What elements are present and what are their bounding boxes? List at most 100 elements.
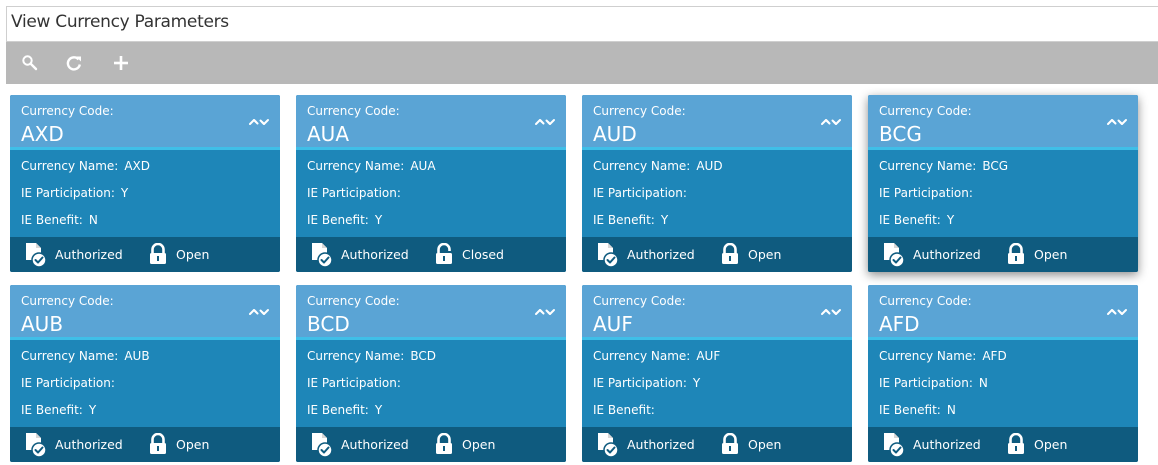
ie-benefit-value: N	[88, 213, 98, 227]
refresh-icon	[66, 56, 81, 71]
authorized-document-icon	[598, 243, 619, 268]
auth-status-text: Authorized	[55, 247, 123, 262]
ie-benefit-value: Y	[88, 403, 97, 417]
currency-name-label: Currency Name:	[879, 159, 977, 173]
currency-name-label: Currency Name:	[21, 349, 119, 363]
currency-name-label: Currency Name:	[593, 349, 691, 363]
ie-benefit-label: IE Benefit:	[879, 213, 941, 227]
ie-benefit-label: IE Benefit:	[21, 403, 83, 417]
currency-card[interactable]: Currency Code: AXD Currency Name: AXD IE …	[10, 95, 280, 272]
link-icon[interactable]	[820, 305, 842, 319]
auth-status-text: Authorized	[627, 437, 695, 452]
link-icon[interactable]	[248, 115, 270, 129]
ie-participation-row: IE Participation:	[307, 376, 407, 390]
currency-code-value: AXD	[21, 122, 64, 146]
currency-code-value: BCG	[879, 122, 922, 146]
ie-participation-row: IE Participation:	[593, 186, 693, 200]
currency-card[interactable]: Currency Code: BCD Currency Name: BCD IE …	[296, 285, 566, 462]
card-header: Currency Code: AUA	[296, 95, 566, 150]
authorized-document-icon	[26, 243, 47, 268]
search-icon	[22, 55, 38, 71]
link-icon[interactable]	[820, 115, 842, 129]
currency-card[interactable]: Currency Code: BCG Currency Name: BCG IE …	[868, 95, 1138, 272]
add-button[interactable]	[109, 51, 133, 75]
currency-card[interactable]: Currency Code: AUB Currency Name: AUB IE …	[10, 285, 280, 462]
ie-benefit-label: IE Benefit:	[879, 403, 941, 417]
currency-code-value: AUA	[307, 122, 350, 146]
ie-participation-label: IE Participation:	[21, 376, 115, 390]
ie-participation-label: IE Participation:	[307, 186, 401, 200]
currency-name-label: Currency Name:	[879, 349, 977, 363]
record-status-text: Open	[1034, 247, 1068, 262]
link-icon[interactable]	[248, 305, 270, 319]
currency-card[interactable]: Currency Code: AUA Currency Name: AUA IE …	[296, 95, 566, 272]
auth-status-text: Authorized	[341, 437, 409, 452]
ie-benefit-row: IE Benefit: Y	[593, 213, 668, 227]
lock-open-icon	[150, 243, 166, 264]
card-footer: Authorized Open	[10, 237, 280, 272]
card-footer: Authorized Open	[10, 427, 280, 462]
ie-participation-row: IE Participation:	[307, 186, 407, 200]
card-footer: Authorized Open	[296, 427, 566, 462]
currency-card[interactable]: Currency Code: AFD Currency Name: AFD IE …	[868, 285, 1138, 462]
authorized-document-icon	[312, 243, 333, 268]
ie-participation-label: IE Participation:	[21, 186, 115, 200]
currency-name-row: Currency Name: AXD	[21, 159, 150, 173]
auth-status-text: Authorized	[627, 247, 695, 262]
currency-card-grid: Currency Code: AXD Currency Name: AXD IE …	[10, 95, 1140, 462]
currency-card[interactable]: Currency Code: AUD Currency Name: AUD IE …	[582, 95, 852, 272]
ie-participation-label: IE Participation:	[879, 186, 973, 200]
ie-benefit-row: IE Benefit: N	[21, 213, 98, 227]
record-status-text: Open	[176, 437, 210, 452]
ie-participation-label: IE Participation:	[593, 186, 687, 200]
ie-benefit-row: IE Benefit:	[593, 403, 661, 417]
ie-participation-row: IE Participation: Y	[21, 186, 128, 200]
link-icon[interactable]	[1106, 305, 1128, 319]
card-header: Currency Code: BCG	[868, 95, 1138, 150]
currency-code-label: Currency Code:	[593, 294, 686, 308]
auth-status-text: Authorized	[55, 437, 123, 452]
ie-participation-row: IE Participation:	[879, 186, 979, 200]
currency-code-label: Currency Code:	[21, 104, 114, 118]
ie-benefit-label: IE Benefit:	[593, 403, 655, 417]
record-status-text: Open	[462, 437, 496, 452]
currency-name-row: Currency Name: AFD	[879, 349, 1007, 363]
window-title-bar: View Currency Parameters	[6, 6, 1158, 42]
ie-benefit-label: IE Benefit:	[307, 403, 369, 417]
currency-code-label: Currency Code:	[21, 294, 114, 308]
currency-name-label: Currency Name:	[307, 159, 405, 173]
currency-code-label: Currency Code:	[593, 104, 686, 118]
card-footer: Authorized Open	[868, 427, 1138, 462]
card-footer: Authorized Open	[582, 427, 852, 462]
search-button[interactable]	[18, 51, 42, 75]
ie-benefit-value: Y	[374, 213, 383, 227]
currency-name-row: Currency Name: BCD	[307, 349, 436, 363]
ie-benefit-label: IE Benefit:	[21, 213, 83, 227]
link-icon[interactable]	[534, 305, 556, 319]
record-status-text: Open	[1034, 437, 1068, 452]
currency-name-value: AUD	[696, 159, 723, 173]
card-header: Currency Code: AUF	[582, 285, 852, 340]
link-icon[interactable]	[1106, 115, 1128, 129]
currency-code-label: Currency Code:	[307, 294, 400, 308]
add-icon	[114, 56, 128, 70]
ie-benefit-row: IE Benefit: N	[879, 403, 956, 417]
currency-name-label: Currency Name:	[307, 349, 405, 363]
lock-open-icon	[722, 433, 738, 454]
currency-name-row: Currency Name: BCG	[879, 159, 1008, 173]
currency-name-value: AUB	[124, 349, 150, 363]
authorized-document-icon	[26, 433, 47, 458]
card-header: Currency Code: AXD	[10, 95, 280, 150]
currency-code-value: BCD	[307, 312, 350, 336]
currency-name-row: Currency Name: AUF	[593, 349, 720, 363]
ie-participation-value: Y	[120, 186, 129, 200]
ie-participation-label: IE Participation:	[593, 376, 687, 390]
currency-card[interactable]: Currency Code: AUF Currency Name: AUF IE …	[582, 285, 852, 462]
link-icon[interactable]	[534, 115, 556, 129]
record-status-text: Open	[176, 247, 210, 262]
authorized-document-icon	[598, 433, 619, 458]
refresh-button[interactable]	[62, 51, 86, 75]
card-header: Currency Code: AFD	[868, 285, 1138, 340]
toolbar	[6, 42, 1158, 84]
auth-status-text: Authorized	[913, 437, 981, 452]
